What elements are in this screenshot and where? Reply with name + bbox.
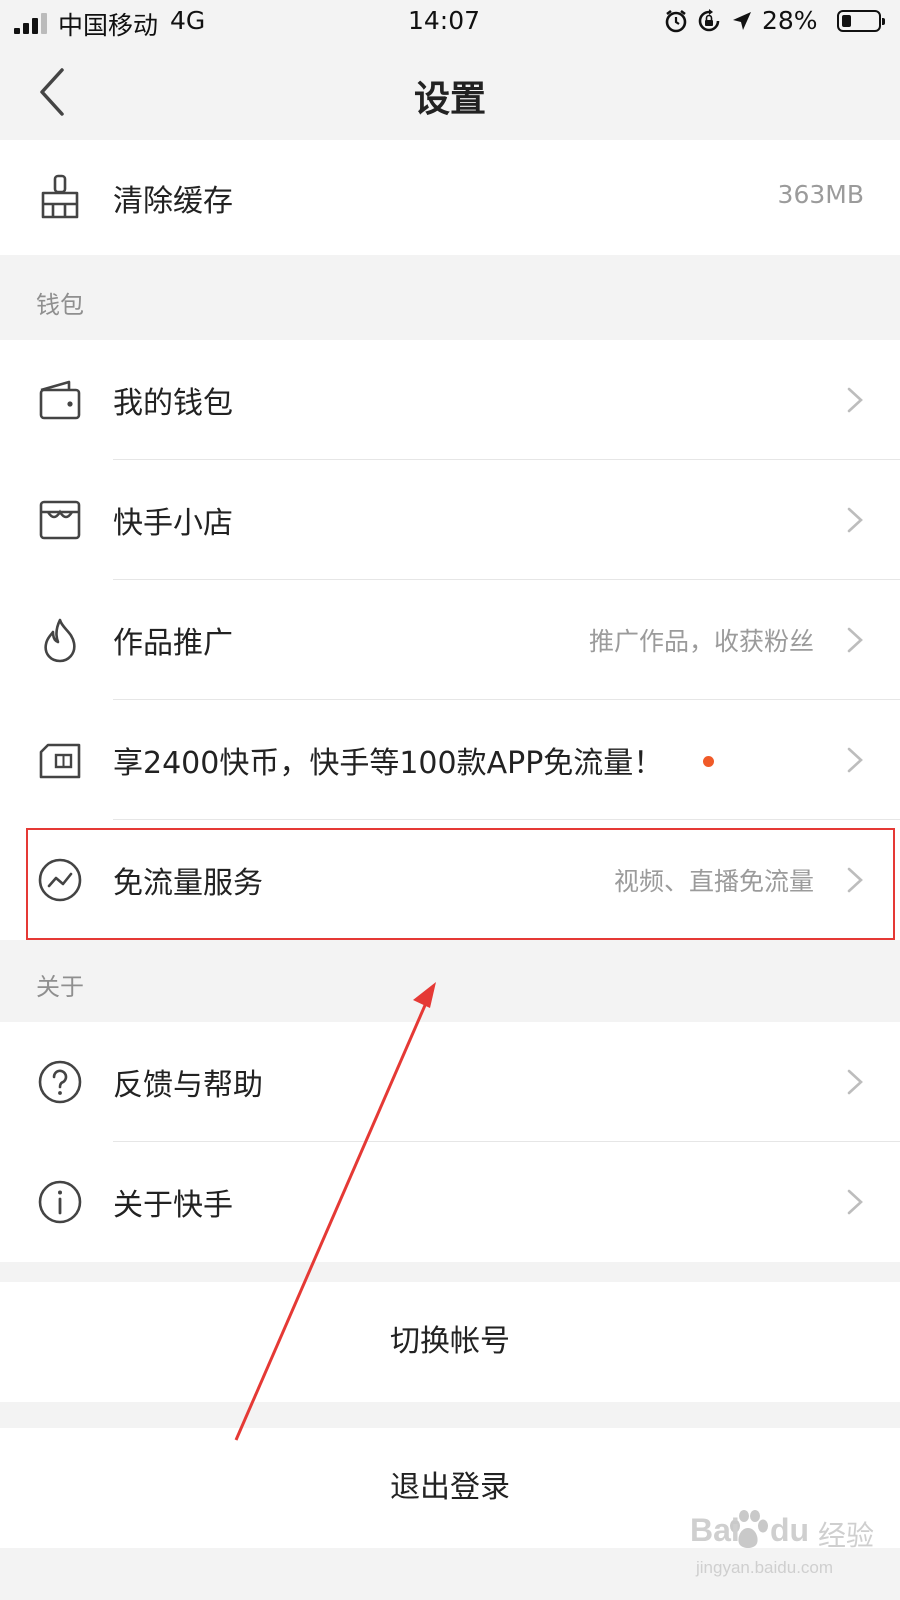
chevron-right-icon [847, 627, 863, 653]
status-bar: 中国移动 4G 14:07 28% [0, 0, 900, 44]
my-wallet-row[interactable]: 我的钱包 [0, 340, 900, 460]
carrier-name: 中国移动 [58, 11, 159, 40]
chevron-right-icon [847, 1189, 863, 1215]
my-wallet-label: 我的钱包 [113, 386, 233, 421]
chevron-right-icon [847, 387, 863, 413]
about-kuaishou-row[interactable]: 关于快手 [0, 1142, 900, 1262]
shop-icon [39, 500, 81, 540]
rotation-lock-icon [698, 9, 720, 32]
free-traffic-service-subtitle: 视频、直播免流量 [613, 867, 814, 896]
question-circle-icon [38, 1060, 82, 1104]
new-badge-dot [703, 756, 714, 767]
cache-size: 363MB [777, 180, 864, 209]
promote-works-subtitle: 推广作品，收获粉丝 [588, 627, 814, 656]
battery-icon [837, 10, 885, 32]
chevron-right-icon [847, 867, 863, 893]
alarm-icon [665, 9, 687, 33]
broom-icon [41, 174, 79, 219]
signal-icon [14, 12, 52, 34]
traffic-free-icon [38, 858, 82, 902]
sim-card-icon [39, 743, 81, 779]
nav-bar: 设置 [0, 44, 900, 141]
free-data-promo-row[interactable]: 享2400快币，快手等100款APP免流量！ [0, 700, 900, 820]
clear-cache-row[interactable]: 清除缓存 363MB [0, 140, 900, 255]
chevron-right-icon [847, 507, 863, 533]
battery-percent: 28% [762, 6, 818, 35]
watermark-url: jingyan.baidu.com [696, 1558, 834, 1577]
network-type: 4G [170, 6, 206, 35]
free-traffic-service-row[interactable]: 免流量服务 视频、直播免流量 [0, 820, 900, 940]
free-data-promo-label: 享2400快币，快手等100款APP免流量！ [113, 746, 664, 781]
status-time: 14:07 [408, 6, 481, 35]
section-title-wallet: 钱包 [36, 291, 84, 319]
kuaishou-shop-row[interactable]: 快手小店 [0, 460, 900, 580]
feedback-help-label: 反馈与帮助 [113, 1068, 263, 1103]
switch-account-button[interactable]: 切换帐号 [0, 1282, 900, 1402]
info-circle-icon [38, 1180, 82, 1224]
page-title: 设置 [413, 79, 486, 120]
location-arrow-icon [733, 12, 751, 30]
free-traffic-service-label: 免流量服务 [113, 866, 263, 901]
switch-account-label: 切换帐号 [390, 1324, 510, 1359]
promote-works-label: 作品推广 [113, 626, 233, 661]
baidu-jingyan-watermark: Bai du 经验 jingyan.baidu.com [690, 1508, 890, 1588]
wallet-icon [39, 380, 81, 420]
kuaishou-shop-label: 快手小店 [113, 506, 233, 541]
watermark-brand-suffix: du [770, 1512, 810, 1548]
chevron-right-icon [847, 747, 863, 773]
chevron-right-icon [847, 1069, 863, 1095]
about-kuaishou-label: 关于快手 [113, 1188, 233, 1223]
feedback-help-row[interactable]: 反馈与帮助 [0, 1022, 900, 1142]
watermark-brand: Bai [690, 1512, 740, 1548]
watermark-site-cn: 经验 [818, 1519, 875, 1552]
clear-cache-label: 清除缓存 [113, 184, 233, 219]
flame-icon [44, 618, 76, 663]
promote-works-row[interactable]: 作品推广 推广作品，收获粉丝 [0, 580, 900, 700]
section-title-about: 关于 [36, 973, 84, 1001]
